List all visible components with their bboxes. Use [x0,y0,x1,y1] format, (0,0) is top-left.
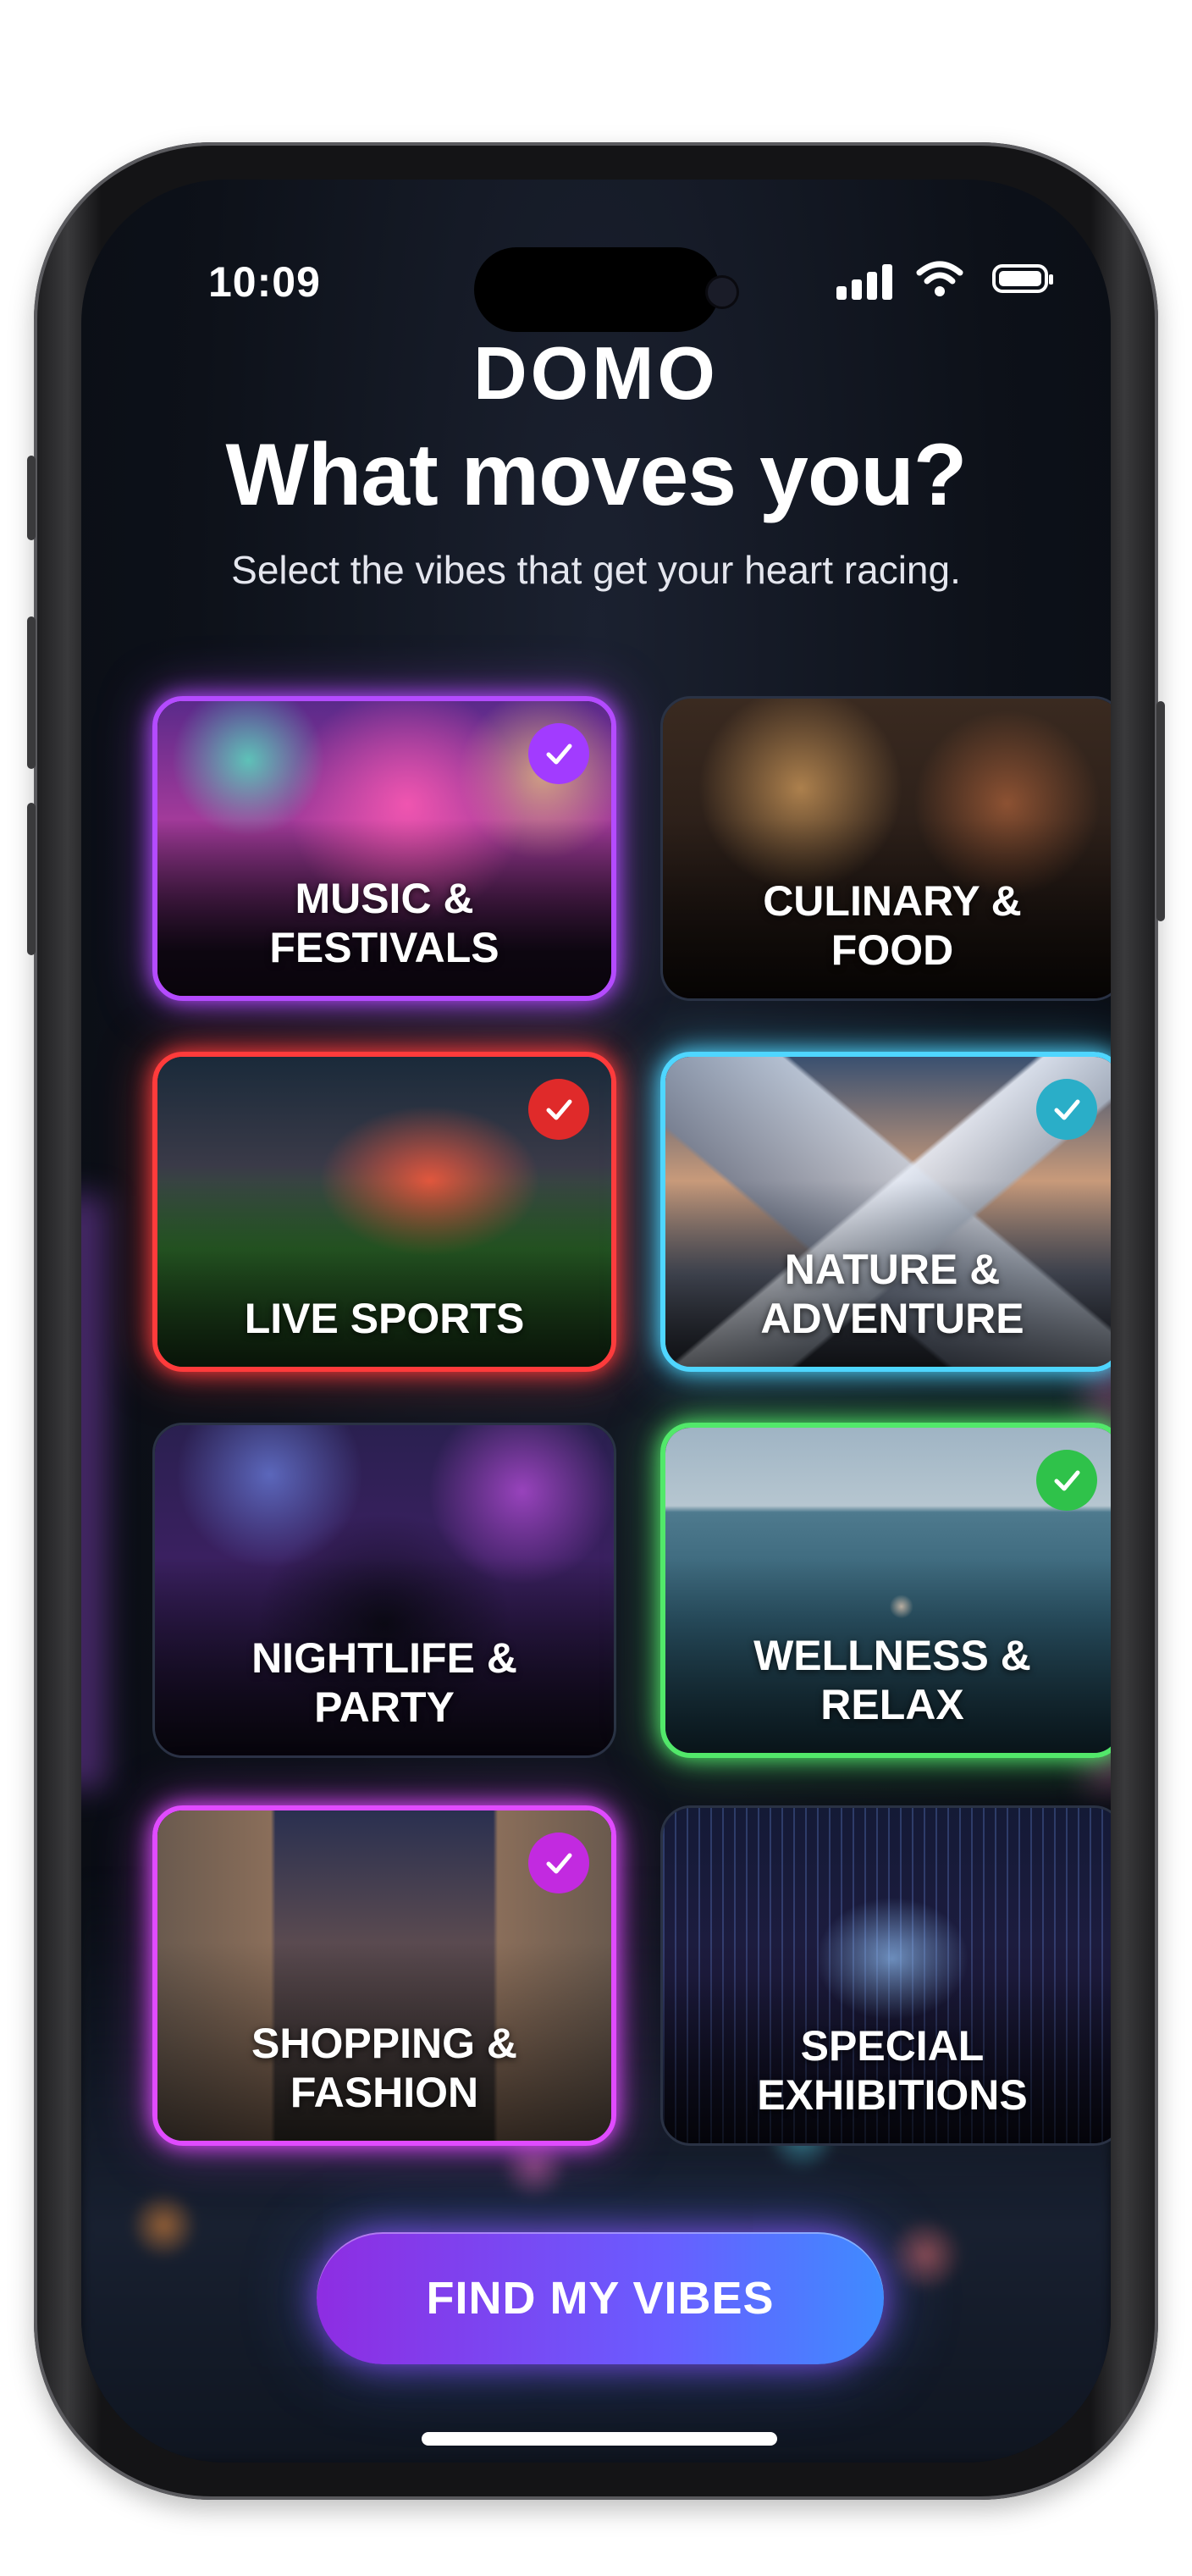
find-my-vibes-button[interactable]: FIND MY VIBES [317,2232,884,2364]
checkmark-icon [528,1832,589,1893]
page-title: What moves you? [225,426,968,524]
front-camera [708,278,737,307]
category-label: CULINARY & FOOD [763,877,1022,974]
category-label: SPECIAL EXHIBITIONS [757,2022,1028,2119]
home-indicator[interactable] [422,2432,777,2446]
category-label: WELLNESS & RELAX [753,1632,1031,1728]
app-logo: DOMO [473,331,719,415]
category-card-music-festivals[interactable]: MUSIC & FESTIVALS [152,696,616,1001]
category-card-culinary-food[interactable]: CULINARY & FOOD [660,696,1111,1001]
category-card-special-exhibitions[interactable]: SPECIAL EXHIBITIONS [660,1805,1111,2146]
dynamic-island [474,247,720,332]
checkmark-icon [1036,1450,1097,1511]
battery-icon [992,264,1053,293]
status-time: 10:09 [208,258,321,306]
category-label: MUSIC & FESTIVALS [269,875,499,971]
action-button [27,456,36,540]
category-card-shopping-fashion[interactable]: SHOPPING & FASHION [152,1805,616,2146]
volume-down-button [27,803,36,955]
wifi-icon [916,261,963,296]
checkmark-icon [528,1079,589,1140]
app-screen: 10:09 DOMO What moves you? Select the vi… [81,180,1111,2463]
page-subtitle: Select the vibes that get your heart rac… [231,548,961,592]
category-label: LIVE SPORTS [244,1295,525,1342]
category-label: NIGHTLIFE & PARTY [251,1634,517,1731]
cellular-signal-icon [836,263,896,300]
phone-frame: 10:09 DOMO What moves you? Select the vi… [27,142,1165,2500]
power-button [1156,701,1165,921]
category-card-nightlife-party[interactable]: NIGHTLIFE & PARTY [152,1423,616,1758]
category-label: NATURE & ADVENTURE [760,1246,1024,1342]
checkmark-icon [528,723,589,784]
category-label: SHOPPING & FASHION [251,2020,517,2116]
volume-up-button [27,616,36,769]
left-glow [81,1196,107,1788]
category-card-nature-adventure[interactable]: NATURE & ADVENTURE [660,1052,1111,1372]
category-card-live-sports[interactable]: LIVE SPORTS [152,1052,616,1372]
status-bar: 10:09 [81,247,1111,332]
checkmark-icon [1036,1079,1097,1140]
category-card-wellness-relax[interactable]: WELLNESS & RELAX [660,1423,1111,1758]
